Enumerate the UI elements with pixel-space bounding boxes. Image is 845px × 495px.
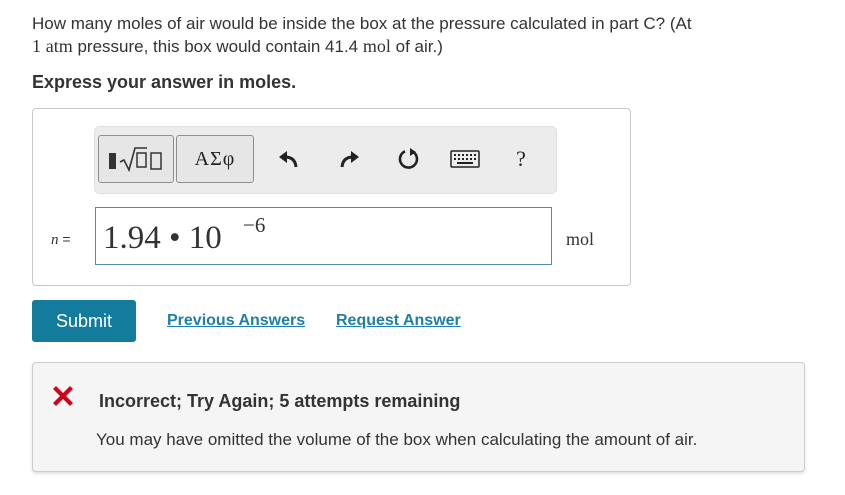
answer-mantissa: 1.94 • 10 [103,220,222,256]
request-answer-link[interactable]: Request Answer [336,312,461,330]
redo-icon[interactable] [332,141,368,177]
feedback-title: Incorrect; Try Again; 5 attempts remaini… [99,391,461,411]
undo-icon[interactable] [270,141,306,177]
submit-button[interactable]: Submit [32,300,136,342]
math-toolbar: ΑΣφ ? [94,126,557,194]
variable-symbol: n [51,232,59,248]
question-text: How many moles of air would be inside th… [32,12,812,58]
answer-panel: ΑΣφ ? n = 1.94 • 10 −6 mol [32,108,631,286]
greek-symbols-button[interactable]: ΑΣφ [176,135,254,183]
answer-exponent: −6 [243,213,266,237]
question-part3: of air.) [390,37,443,56]
answer-instruction: Express your answer in moles. [32,72,297,92]
incorrect-x-icon [53,386,73,406]
question-part1: How many moles of air would be inside th… [32,14,692,33]
pressure-unit: atm [45,36,73,56]
feedback-message: You may have omitted the volume of the b… [96,430,698,449]
keyboard-icon[interactable] [447,141,483,177]
variable-label: n = [51,231,71,249]
amount-value: 41.4 [325,37,359,56]
question-part2: pressure, this box would contain [72,37,326,56]
help-icon[interactable]: ? [503,141,539,177]
equals-sign: = [62,231,71,247]
amount-unit: mol [362,36,391,56]
answer-unit: mol [566,229,595,249]
reset-icon[interactable] [391,141,427,177]
answer-input[interactable]: 1.94 • 10 −6 [95,207,552,265]
previous-answers-link[interactable]: Previous Answers [167,312,305,330]
pressure-value: 1 [32,36,41,56]
templates-button[interactable] [98,135,174,183]
feedback-panel: Incorrect; Try Again; 5 attempts remaini… [32,362,805,472]
templates-radical-icon [109,147,162,173]
